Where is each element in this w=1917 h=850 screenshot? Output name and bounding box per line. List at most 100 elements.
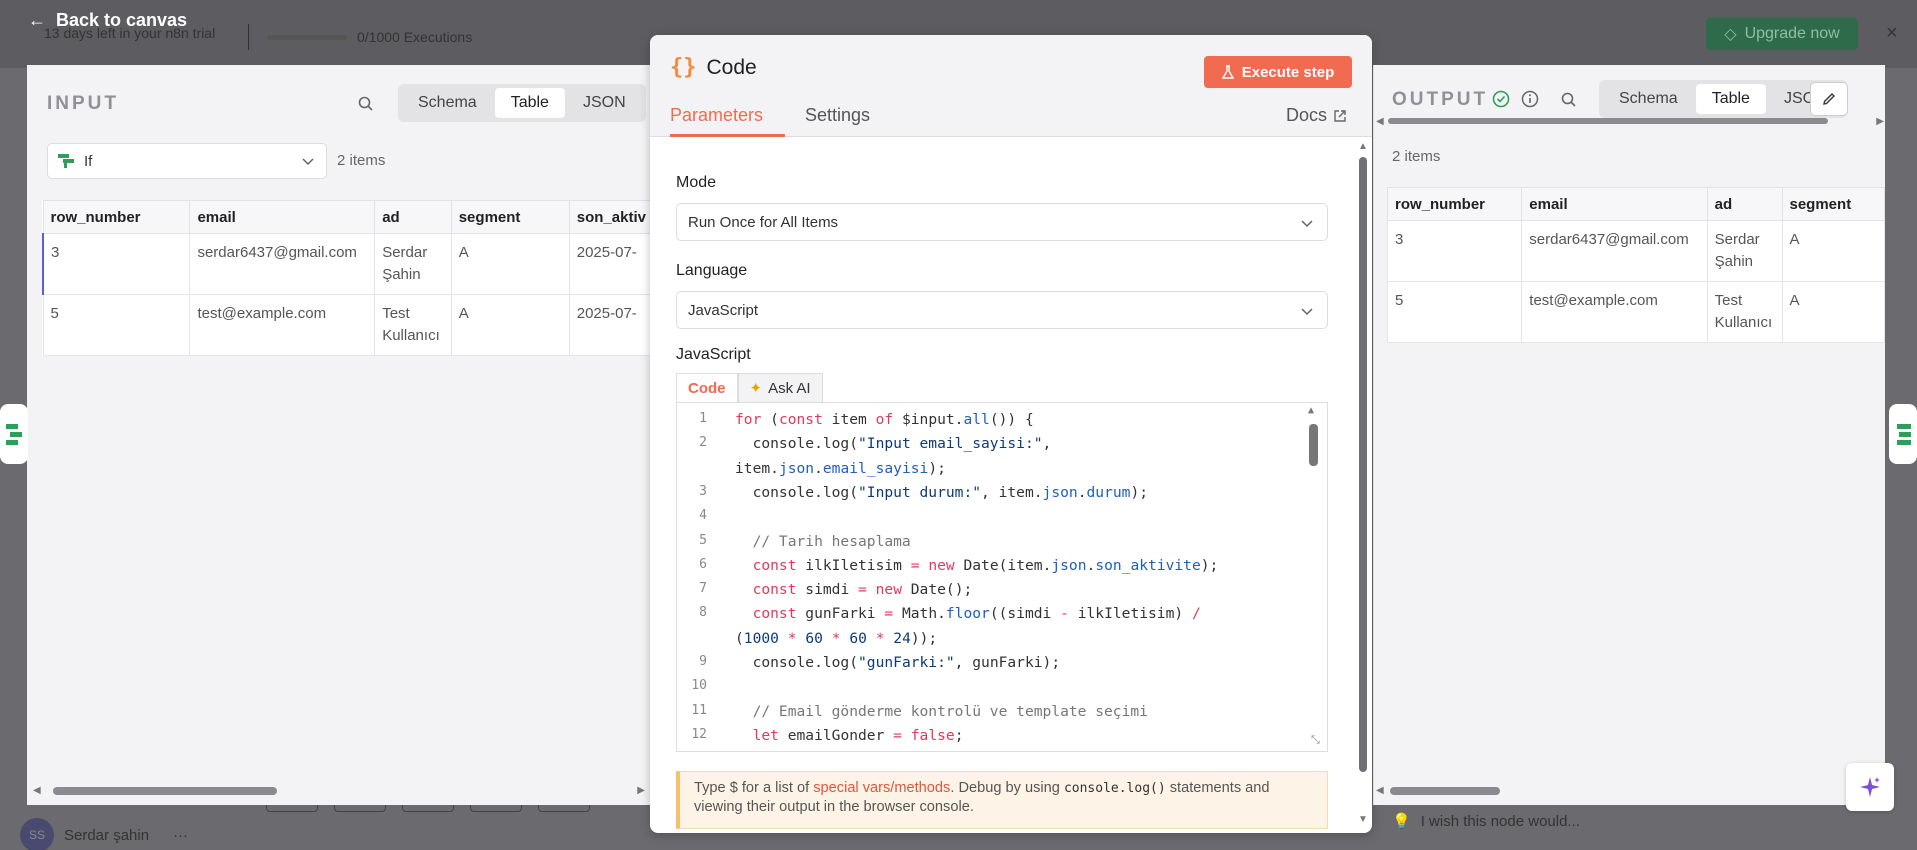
code-text: let emailGonder = false; bbox=[752, 726, 964, 744]
code-line[interactable]: 5 // Tarih hesaplama bbox=[677, 533, 1297, 557]
chevron-down-icon bbox=[1301, 220, 1313, 228]
code-line[interactable]: 2 console.log("Input email_sayisi:", bbox=[677, 435, 1297, 459]
output-horizontal-scrollbar[interactable]: ◀ bbox=[1376, 783, 1836, 797]
table-cell: 3 bbox=[42, 233, 191, 295]
output-drag-handle[interactable] bbox=[1889, 404, 1917, 464]
ai-assistant-button[interactable] bbox=[1846, 763, 1894, 811]
lightbulb-icon: 💡 bbox=[1392, 813, 1411, 830]
column-header: segment bbox=[1781, 187, 1885, 221]
more-icon[interactable]: ··· bbox=[173, 827, 188, 844]
code-text: console.log("gunFarki:", gunFarki); bbox=[735, 654, 1061, 671]
line-number: 8 bbox=[699, 605, 707, 621]
code-tabs: Code ✦ Ask AI bbox=[676, 373, 823, 403]
code-node-panel: {} Code Execute step Parameters Settings… bbox=[650, 35, 1372, 833]
search-icon[interactable] bbox=[1560, 91, 1578, 109]
code-line[interactable]: 3 console.log("Input durum:", item.json.… bbox=[677, 484, 1297, 508]
code-text: (1000 * 60 * 60 * 24)); bbox=[735, 629, 938, 647]
code-line[interactable]: item.json.email_sayisi); bbox=[677, 460, 1297, 484]
table-cell: 2025-07- bbox=[568, 233, 655, 295]
arrow-left-icon: ← bbox=[28, 10, 46, 30]
tab-table[interactable]: Table bbox=[494, 88, 565, 118]
output-top-scrollbar[interactable]: ◀ ▶ bbox=[1376, 115, 1884, 129]
tab-ask-ai[interactable]: ✦ Ask AI bbox=[737, 373, 823, 403]
active-tab-indicator bbox=[670, 134, 785, 137]
tab-settings[interactable]: Settings bbox=[805, 105, 870, 126]
table-row[interactable]: 3 serdar6437@gmail.com Serdar Şahin A bbox=[1386, 220, 1885, 282]
sparkle-icon bbox=[1860, 777, 1880, 797]
language-label: Language bbox=[676, 262, 748, 279]
avatar: SS bbox=[20, 818, 54, 850]
code-text: console.log("Input email_sayisi:", bbox=[735, 435, 1052, 453]
code-line[interactable]: 12 let emailGonder = false; bbox=[677, 727, 1297, 751]
close-icon[interactable]: × bbox=[1886, 22, 1898, 45]
pencil-icon bbox=[1823, 93, 1835, 105]
code-line[interactable]: 7 const simdi = new Date(); bbox=[677, 581, 1297, 605]
code-line[interactable]: 6 const ilkIletisim = new Date(item.json… bbox=[677, 557, 1297, 581]
execute-step-button[interactable]: Execute step bbox=[1204, 56, 1352, 88]
tab-schema[interactable]: Schema bbox=[1603, 84, 1694, 114]
line-number: 7 bbox=[699, 581, 707, 597]
input-view-switch: Schema Table JSON bbox=[398, 84, 646, 122]
mode-label: Mode bbox=[676, 174, 717, 191]
line-number: 6 bbox=[699, 556, 707, 572]
code-text: const gunFarki = Math.floor((simdi - ilk… bbox=[752, 605, 1201, 623]
code-line[interactable]: 4 bbox=[677, 508, 1297, 532]
column-header: row_number bbox=[42, 200, 191, 234]
code-line[interactable]: 9 console.log("gunFarki:", gunFarki); bbox=[677, 654, 1297, 678]
line-number: 5 bbox=[699, 532, 707, 548]
line-number: 12 bbox=[691, 726, 707, 742]
output-panel: OUTPUT Schema Table JSON ◀ ▶ 2 items row… bbox=[1373, 65, 1885, 805]
code-line[interactable]: 1 for (const item of $input.all()) { bbox=[677, 411, 1297, 435]
resize-icon[interactable]: ⤡ bbox=[1311, 733, 1320, 747]
panel-vertical-scrollbar[interactable]: ▲ ▼ bbox=[1356, 141, 1370, 825]
back-to-canvas-link[interactable]: ← Back to canvas bbox=[28, 10, 187, 31]
input-horizontal-scrollbar[interactable]: ◀ ▶ bbox=[33, 783, 645, 797]
input-node-select[interactable]: If bbox=[47, 143, 327, 179]
search-icon[interactable] bbox=[357, 95, 375, 113]
column-header: email bbox=[1521, 187, 1708, 221]
editor-scrollbar[interactable]: ▲ bbox=[1306, 405, 1320, 748]
table-cell: serdar6437@gmail.com bbox=[1521, 220, 1708, 282]
tab-code[interactable]: Code bbox=[676, 373, 738, 403]
line-number: 11 bbox=[691, 702, 707, 718]
if-node-icon bbox=[58, 154, 74, 168]
input-drag-handle[interactable] bbox=[0, 404, 28, 464]
table-cell: 5 bbox=[1386, 281, 1523, 343]
line-number: 2 bbox=[699, 435, 707, 451]
code-line[interactable]: 10 bbox=[677, 678, 1297, 702]
external-link-icon bbox=[1334, 109, 1346, 122]
special-vars-link[interactable]: special vars/methods bbox=[813, 780, 950, 796]
table-cell: 3 bbox=[1386, 220, 1523, 282]
code-text: // Email gönderme kontrolü ve template s… bbox=[735, 702, 1148, 720]
code-editor[interactable]: 12 let emailGonder = false; 11 // Email g… bbox=[676, 402, 1328, 752]
code-line[interactable]: 11 // Email gönderme kontrolü ve templat… bbox=[677, 703, 1297, 727]
user-menu[interactable]: SS Serdar şahin ··· bbox=[20, 818, 188, 850]
tab-json[interactable]: JSON bbox=[567, 88, 642, 118]
output-title: OUTPUT bbox=[1392, 89, 1489, 110]
table-cell: test@example.com bbox=[1521, 281, 1708, 343]
table-cell: Test Kullanıcı bbox=[1706, 281, 1783, 343]
tab-schema[interactable]: Schema bbox=[402, 88, 493, 118]
language-select[interactable]: JavaScript bbox=[676, 291, 1328, 329]
table-cell: serdar6437@gmail.com bbox=[189, 233, 376, 295]
code-line[interactable]: 8 const gunFarki = Math.floor((simdi - i… bbox=[677, 605, 1297, 629]
tab-table[interactable]: Table bbox=[1695, 84, 1766, 114]
feedback-prompt[interactable]: 💡 I wish this node would... bbox=[1392, 812, 1580, 831]
upgrade-button[interactable]: ◇ Upgrade now bbox=[1706, 18, 1858, 50]
column-header: segment bbox=[450, 200, 570, 234]
table-row[interactable]: 5 test@example.com Test Kullanıcı A 2025… bbox=[42, 294, 655, 356]
table-row[interactable]: 5 test@example.com Test Kullanıcı A bbox=[1386, 281, 1885, 343]
table-row[interactable]: 3 serdar6437@gmail.com Serdar Şahin A 20… bbox=[42, 233, 655, 295]
mode-select[interactable]: Run Once for All Items bbox=[676, 203, 1328, 241]
edit-output-button[interactable] bbox=[1810, 82, 1848, 116]
tab-parameters[interactable]: Parameters bbox=[670, 105, 763, 126]
info-icon[interactable] bbox=[1521, 90, 1539, 108]
docs-link[interactable]: Docs bbox=[1286, 105, 1347, 126]
items-count: 2 items bbox=[337, 152, 386, 169]
table-cell: 5 bbox=[42, 294, 191, 356]
code-text: const ilkIletisim = new Date(item.json.s… bbox=[752, 556, 1219, 574]
line-number: 3 bbox=[699, 483, 707, 499]
code-text: // Tarih hesaplama bbox=[735, 532, 911, 550]
table-cell: A bbox=[1781, 220, 1885, 282]
code-line[interactable]: (1000 * 60 * 60 * 24)); bbox=[677, 630, 1297, 654]
